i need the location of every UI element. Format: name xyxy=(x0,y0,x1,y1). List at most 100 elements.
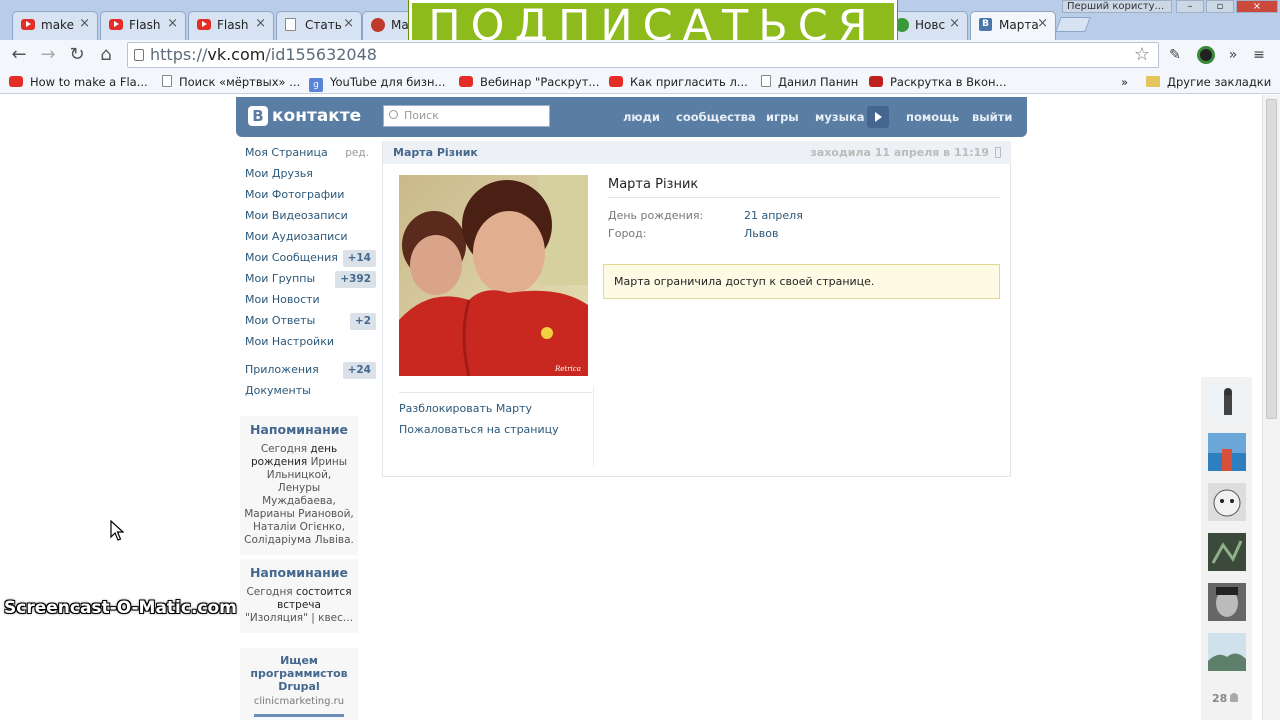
bookmark-star-icon[interactable]: ☆ xyxy=(1134,43,1150,67)
friend-avatar[interactable] xyxy=(1208,533,1246,571)
avatar-image xyxy=(1208,633,1246,671)
bookmark-item[interactable]: Раскрутка в Вкон... xyxy=(869,74,1007,90)
mobile-icon xyxy=(995,147,1001,158)
menu-audio[interactable]: Мои Аудиозаписи xyxy=(238,229,378,250)
extension-circle-icon[interactable] xyxy=(1197,46,1215,64)
forward-arrow-icon[interactable]: → xyxy=(36,43,60,67)
youtube-icon xyxy=(869,76,883,87)
google-icon: g xyxy=(309,78,323,92)
avatar-image xyxy=(1208,433,1246,471)
extension-icon[interactable]: ✎ xyxy=(1166,46,1184,64)
friend-avatar[interactable] xyxy=(1208,583,1246,621)
friend-avatar[interactable] xyxy=(1208,633,1246,671)
tab-article[interactable]: Стать × xyxy=(276,11,362,40)
person-icon xyxy=(1230,693,1239,702)
youtube-icon xyxy=(109,19,123,30)
home-icon[interactable]: ⌂ xyxy=(94,43,118,67)
close-tab-icon[interactable]: × xyxy=(167,16,178,31)
nav-people[interactable]: люди xyxy=(623,110,660,124)
more-extensions-icon[interactable]: » xyxy=(1224,46,1242,64)
scrollbar-thumb[interactable] xyxy=(1266,99,1277,419)
bookmarks-overflow[interactable]: » xyxy=(1121,74,1128,90)
nav-games[interactable]: игры xyxy=(766,110,799,124)
new-tab-button[interactable] xyxy=(1055,17,1091,32)
unblock-link[interactable]: Разблокировать Марту xyxy=(399,401,592,422)
nav-logout[interactable]: выйти xyxy=(972,110,1012,124)
page-scrollbar[interactable] xyxy=(1262,95,1280,720)
mouse-cursor-icon xyxy=(110,520,124,541)
menu-my-page[interactable]: Моя Страница ред. xyxy=(238,145,378,166)
tab-marta[interactable]: В Марта × xyxy=(970,11,1056,40)
event-reminder[interactable]: Напоминание Сегодня состоится встреча "И… xyxy=(240,559,358,633)
bookmark-item[interactable]: g YouTube для бизн... xyxy=(309,74,445,92)
bookmark-item[interactable]: How to make a Fla... xyxy=(9,74,148,90)
menu-news[interactable]: Мои Новости xyxy=(238,292,378,313)
menu-photos[interactable]: Мои Фотографии xyxy=(238,187,378,208)
birthday-value[interactable]: 21 апреля xyxy=(744,209,803,223)
bookmark-item[interactable]: Как пригласить л... xyxy=(609,74,748,90)
menu-groups[interactable]: Мои Группы +392 xyxy=(238,271,378,292)
close-tab-icon[interactable]: × xyxy=(255,16,266,31)
back-arrow-icon[interactable]: ← xyxy=(7,43,31,67)
profile-header-name: Марта Різник xyxy=(393,146,478,159)
close-window-icon[interactable]: × xyxy=(1236,0,1278,13)
tab-flash-1[interactable]: Flash × xyxy=(100,11,186,40)
menu-messages[interactable]: Мои Сообщения +14 xyxy=(238,250,378,271)
profile-photo[interactable]: Retrica xyxy=(399,175,588,376)
close-tab-icon[interactable]: × xyxy=(343,16,354,31)
profile-button[interactable]: Перший користу... xyxy=(1062,0,1172,13)
close-tab-icon[interactable]: × xyxy=(1037,16,1048,31)
menu-answers[interactable]: Мои Ответы +2 xyxy=(238,313,378,334)
reminder-title: Напоминание xyxy=(249,422,349,437)
search-placeholder: Поиск xyxy=(404,109,439,122)
nav-music[interactable]: музыка xyxy=(815,110,865,124)
bookmark-item[interactable]: Поиск «мёртвых» ... xyxy=(162,74,300,90)
friend-avatar[interactable] xyxy=(1208,433,1246,471)
report-link[interactable]: Пожаловаться на страницу xyxy=(399,422,592,443)
vk-logo[interactable]: Вконтакте xyxy=(248,106,361,126)
nav-help[interactable]: помощь xyxy=(906,110,959,124)
friends-count[interactable]: 28 xyxy=(1212,692,1239,705)
url-path: /id155632048 xyxy=(265,45,377,64)
close-tab-icon[interactable]: × xyxy=(79,16,90,31)
address-bar[interactable]: https://vk.com/id155632048 ☆ xyxy=(127,42,1159,68)
maximize-icon[interactable]: ▫ xyxy=(1206,0,1234,13)
private-profile-notice: Марта ограничила доступ к своей странице… xyxy=(603,264,1000,299)
edit-link[interactable]: ред. xyxy=(345,145,369,161)
bookmark-item[interactable]: Вебинар "Раскрут... xyxy=(459,74,599,90)
menu-friends[interactable]: Мои Друзья xyxy=(238,166,378,187)
nav-communities[interactable]: сообщества xyxy=(676,110,756,124)
search-input[interactable]: Поиск xyxy=(383,105,550,127)
vk-header: Вконтакте Поиск люди сообщества игры муз… xyxy=(236,97,1027,137)
tab-flash-2[interactable]: Flash × xyxy=(188,11,274,40)
youtube-icon xyxy=(197,19,211,30)
other-bookmarks[interactable]: Другие закладки xyxy=(1146,74,1271,90)
close-tab-icon[interactable]: × xyxy=(949,16,960,31)
friend-avatar[interactable] xyxy=(1208,383,1246,421)
ad-block[interactable]: Ищем программистов Drupal clinicmarketin… xyxy=(240,648,358,720)
minimize-icon[interactable]: – xyxy=(1176,0,1204,13)
menu-apps[interactable]: Приложения +24 xyxy=(238,362,378,383)
menu-icon[interactable]: ≡ xyxy=(1250,46,1268,64)
avatar-image xyxy=(1208,483,1246,521)
vk-icon: В xyxy=(979,18,992,31)
birthday-reminder[interactable]: Напоминание Сегодня день рождения Ирины … xyxy=(240,416,358,555)
tab-make[interactable]: make × xyxy=(12,11,98,40)
tab-label: Стать xyxy=(305,18,342,32)
folder-icon xyxy=(1146,76,1160,87)
tab-news[interactable]: Новс × xyxy=(886,11,968,40)
menu-videos[interactable]: Мои Видеозаписи xyxy=(238,208,378,229)
menu-settings[interactable]: Мои Настройки xyxy=(238,334,378,355)
menu-documents[interactable]: Документы xyxy=(238,383,378,404)
city-value[interactable]: Львов xyxy=(744,227,778,241)
reload-icon[interactable]: ↻ xyxy=(65,43,89,67)
url-scheme: https:// xyxy=(150,45,208,64)
play-icon[interactable] xyxy=(867,106,889,128)
reminder-title: Напоминание xyxy=(249,565,349,580)
friend-avatar[interactable] xyxy=(1208,483,1246,521)
profile-header: Марта Різник заходила 11 апреля в 11:19 xyxy=(383,141,1011,164)
bookmark-item[interactable]: Данил Панин xyxy=(761,74,858,90)
tab-ma[interactable]: Ма xyxy=(362,11,412,40)
city-label: Город: xyxy=(608,227,647,240)
tab-label: Ма xyxy=(391,18,409,32)
